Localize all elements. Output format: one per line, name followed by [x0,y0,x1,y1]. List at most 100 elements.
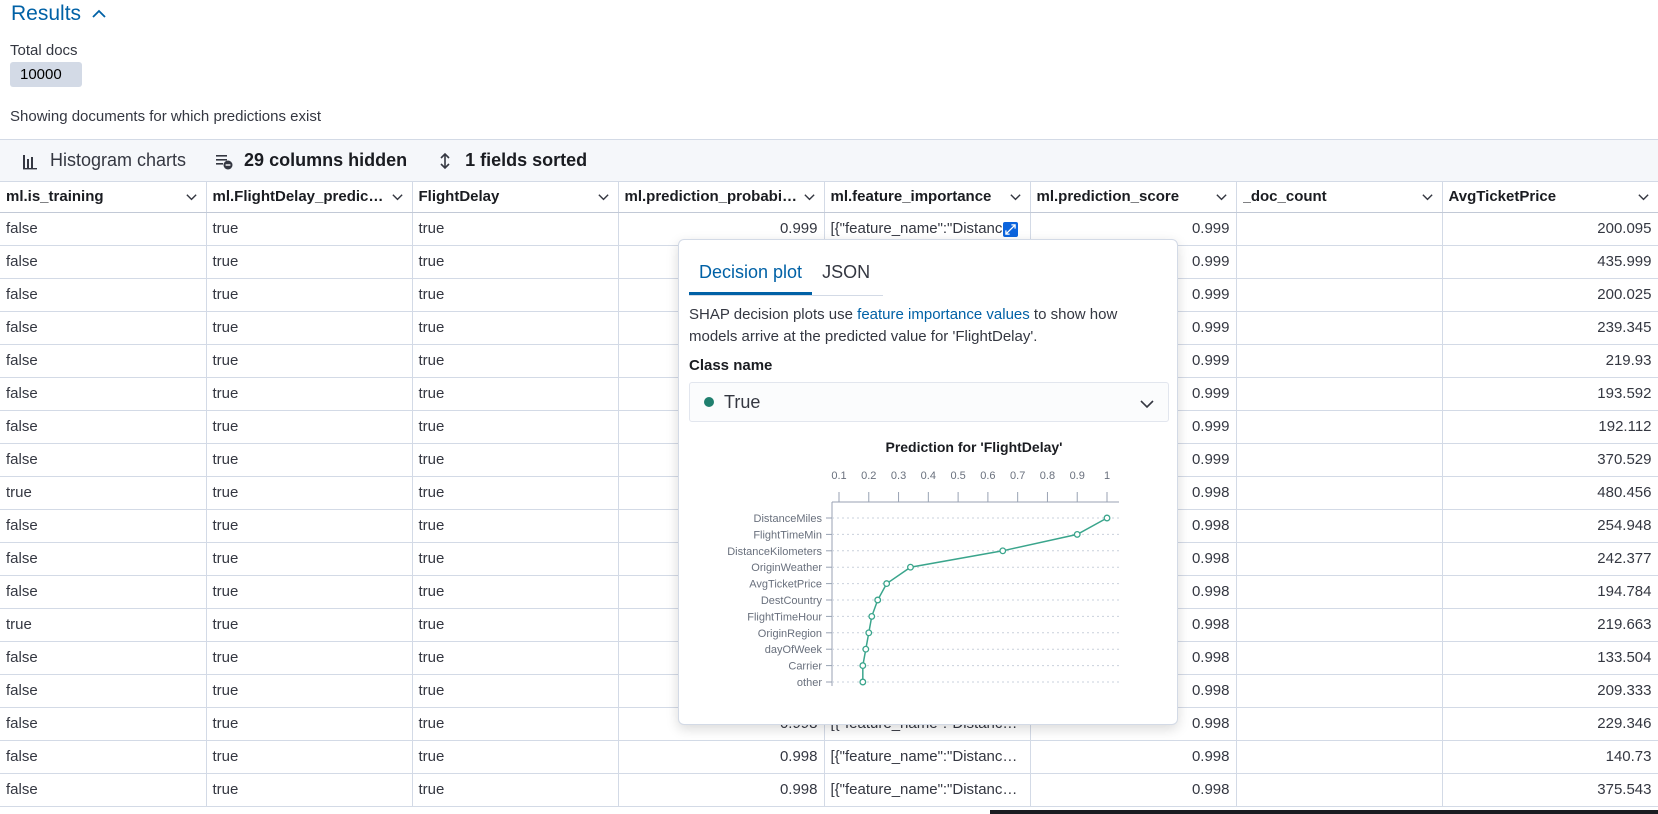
table-cell[interactable] [1236,476,1443,510]
column-header[interactable]: ml.feature_importance [824,182,1031,213]
table-cell[interactable]: 229.346 [1442,707,1658,741]
table-cell[interactable]: true [412,476,619,510]
table-cell[interactable]: true [206,641,413,675]
table-cell[interactable]: 242.377 [1442,542,1658,576]
class-name-select[interactable]: True [689,382,1169,422]
table-cell[interactable] [1236,707,1443,741]
table-cell[interactable]: 480.456 [1442,476,1658,510]
table-cell[interactable]: 209.333 [1442,674,1658,708]
table-cell[interactable]: true [412,245,619,279]
chevron-down-icon[interactable] [185,191,198,204]
table-cell[interactable]: true [412,344,619,378]
table-cell[interactable]: false [0,641,207,675]
chevron-down-icon[interactable] [1637,191,1650,204]
table-cell[interactable] [1236,443,1443,477]
chevron-down-icon[interactable] [1215,191,1228,204]
tab-json[interactable]: JSON [812,262,880,295]
table-cell[interactable]: true [0,476,207,510]
table-cell[interactable] [1236,377,1443,411]
results-title[interactable]: Results [11,2,81,26]
table-cell[interactable]: true [412,509,619,543]
table-cell[interactable]: true [206,773,413,807]
table-cell[interactable]: true [206,311,413,345]
table-cell[interactable]: false [0,674,207,708]
table-cell[interactable]: 133.504 [1442,641,1658,675]
table-cell[interactable]: 0.998 [1030,773,1237,807]
table-cell[interactable]: false [0,410,207,444]
feature-importance-link[interactable]: feature importance values [857,306,1030,323]
table-cell[interactable] [1236,542,1443,576]
table-cell[interactable] [1236,410,1443,444]
table-cell[interactable]: false [0,575,207,609]
table-cell[interactable]: true [206,377,413,411]
table-cell[interactable]: 219.93 [1442,344,1658,378]
table-cell[interactable]: true [412,740,619,774]
table-cell[interactable]: true [206,608,413,642]
table-cell[interactable] [1236,773,1443,807]
table-cell[interactable]: false [0,509,207,543]
column-header[interactable]: ml.FlightDelay_prediction [206,182,413,213]
table-cell[interactable]: true [206,575,413,609]
table-cell[interactable]: 140.73 [1442,740,1658,774]
histogram-charts-button[interactable]: Histogram charts [20,150,186,171]
table-cell[interactable]: true [412,377,619,411]
table-cell[interactable]: true [206,278,413,312]
horizontal-scrollbar[interactable] [990,810,1658,814]
table-cell[interactable]: false [0,542,207,576]
table-cell[interactable]: true [206,344,413,378]
table-cell[interactable]: true [412,278,619,312]
chevron-down-icon[interactable] [391,191,404,204]
table-cell[interactable] [1236,344,1443,378]
chevron-down-icon[interactable] [1009,191,1022,204]
table-cell[interactable]: [{"feature_name":"DistanceMiles" [824,773,1031,807]
table-cell[interactable]: true [412,311,619,345]
table-cell[interactable]: true [412,773,619,807]
table-cell[interactable]: true [206,476,413,510]
table-row[interactable]: falsetruetrue0.998[{"feature_name":"Dist… [0,740,1658,774]
table-cell[interactable]: true [412,674,619,708]
table-cell[interactable]: true [0,608,207,642]
table-cell[interactable]: true [412,641,619,675]
chevron-up-icon[interactable] [89,4,109,24]
table-cell[interactable]: false [0,707,207,741]
table-cell[interactable]: 0.998 [618,740,825,774]
table-cell[interactable]: 193.592 [1442,377,1658,411]
tab-decision-plot[interactable]: Decision plot [689,262,813,295]
table-cell[interactable] [1236,212,1443,246]
table-cell[interactable]: true [412,575,619,609]
table-row[interactable]: falsetruetrue0.998[{"feature_name":"Dist… [0,773,1658,807]
table-cell[interactable]: 0.998 [618,773,825,807]
table-cell[interactable]: false [0,311,207,345]
table-cell[interactable] [1236,608,1443,642]
table-cell[interactable]: 370.529 [1442,443,1658,477]
table-cell[interactable]: 200.025 [1442,278,1658,312]
table-cell[interactable]: true [206,443,413,477]
table-cell[interactable]: false [0,245,207,279]
table-cell[interactable] [1236,641,1443,675]
table-cell[interactable]: true [412,443,619,477]
fields-sorted-button[interactable]: 1 fields sorted [435,150,587,171]
table-cell[interactable] [1236,674,1443,708]
table-cell[interactable]: [{"feature_name":"DistanceMiles" [824,740,1031,774]
table-cell[interactable]: false [0,443,207,477]
table-cell[interactable]: true [412,212,619,246]
table-cell[interactable] [1236,245,1443,279]
table-cell[interactable]: false [0,377,207,411]
table-cell[interactable]: 435.999 [1442,245,1658,279]
table-cell[interactable]: true [206,212,413,246]
chevron-down-icon[interactable] [1421,191,1434,204]
results-header[interactable]: Results [11,2,109,26]
column-header[interactable]: _doc_count [1236,182,1443,213]
table-cell[interactable] [1236,575,1443,609]
table-cell[interactable]: false [0,278,207,312]
table-cell[interactable]: true [206,509,413,543]
column-header[interactable]: FlightDelay [412,182,619,213]
table-cell[interactable] [1236,278,1443,312]
table-cell[interactable]: true [206,740,413,774]
table-cell[interactable]: true [206,410,413,444]
chevron-down-icon[interactable] [803,191,816,204]
table-cell[interactable]: 219.663 [1442,608,1658,642]
expand-cell-button[interactable] [1002,221,1018,237]
table-cell[interactable]: false [0,344,207,378]
table-cell[interactable]: true [206,245,413,279]
